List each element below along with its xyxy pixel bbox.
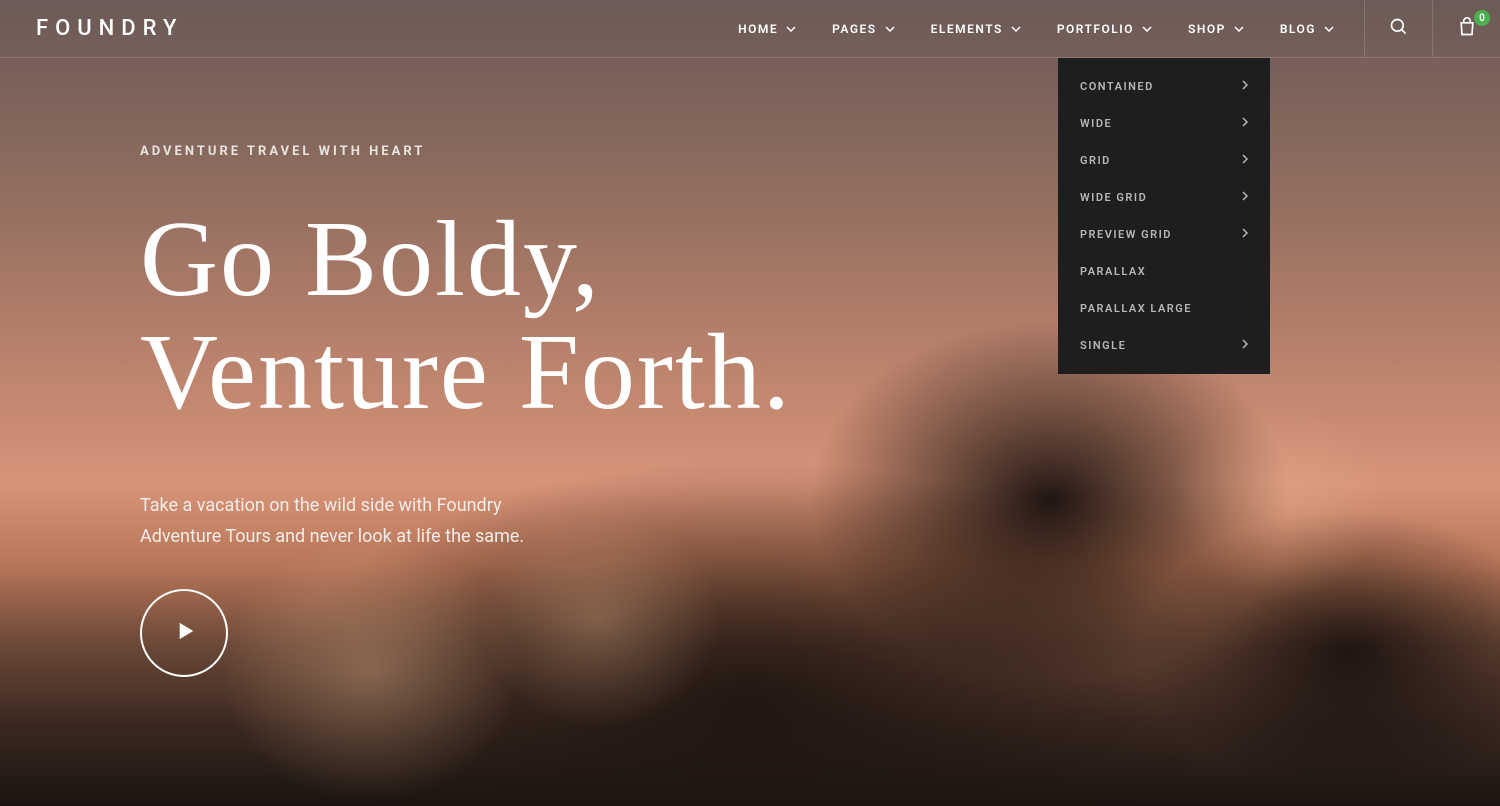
cart-badge: 0	[1474, 10, 1490, 26]
nav-item-label: PORTFOLIO	[1057, 22, 1134, 36]
chevron-right-icon	[1242, 154, 1248, 167]
hero-eyebrow: ADVENTURE TRAVEL WITH HEART	[140, 144, 1500, 159]
dropdown-item-label: GRID	[1080, 154, 1111, 167]
chevron-down-icon	[1324, 24, 1334, 34]
nav-item-blog[interactable]: BLOG	[1280, 22, 1334, 36]
dropdown-item-parallax[interactable]: PARALLAX	[1058, 253, 1270, 290]
hero-title: Go Boldy, Venture Forth.	[140, 203, 1500, 430]
chevron-right-icon	[1242, 191, 1248, 204]
nav-item-label: PAGES	[832, 22, 876, 36]
dropdown-item-grid[interactable]: GRID	[1058, 142, 1270, 179]
nav-item-label: SHOP	[1188, 22, 1226, 36]
portfolio-dropdown: CONTAINED WIDE GRID WIDE GRID PREVIEW GRID PA…	[1058, 58, 1270, 374]
chevron-right-icon	[1242, 339, 1248, 352]
dropdown-item-label: PREVIEW GRID	[1080, 228, 1172, 241]
dropdown-item-label: CONTAINED	[1080, 80, 1154, 93]
nav-item-label: HOME	[738, 22, 778, 36]
nav-item-label: BLOG	[1280, 22, 1316, 36]
dropdown-item-label: WIDE	[1080, 117, 1112, 130]
nav-right: HOME PAGES ELEMENTS PORTFOLIO SHOP BLOG 0	[738, 0, 1500, 57]
nav-item-elements[interactable]: ELEMENTS	[931, 22, 1021, 36]
dropdown-item-preview-grid[interactable]: PREVIEW GRID	[1058, 216, 1270, 253]
dropdown-item-single[interactable]: SINGLE	[1058, 327, 1270, 364]
cart-button[interactable]: 0	[1432, 0, 1500, 57]
nav-menu: HOME PAGES ELEMENTS PORTFOLIO SHOP BLOG	[738, 0, 1364, 57]
nav-item-pages[interactable]: PAGES	[832, 22, 894, 36]
play-video-button[interactable]	[140, 589, 228, 677]
chevron-right-icon	[1242, 228, 1248, 241]
hero-content: ADVENTURE TRAVEL WITH HEART Go Boldy, Ve…	[0, 58, 1500, 677]
play-icon	[173, 621, 195, 645]
chevron-down-icon	[1011, 24, 1021, 34]
dropdown-item-wide[interactable]: WIDE	[1058, 105, 1270, 142]
nav-item-home[interactable]: HOME	[738, 22, 796, 36]
dropdown-item-label: PARALLAX	[1080, 265, 1146, 278]
dropdown-item-parallax-large[interactable]: PARALLAX LARGE	[1058, 290, 1270, 327]
chevron-right-icon	[1242, 80, 1248, 93]
chevron-down-icon	[1234, 24, 1244, 34]
logo[interactable]: FOUNDRY	[36, 16, 183, 41]
dropdown-item-label: WIDE GRID	[1080, 191, 1147, 204]
search-icon	[1389, 17, 1409, 41]
dropdown-item-wide-grid[interactable]: WIDE GRID	[1058, 179, 1270, 216]
dropdown-item-label: PARALLAX LARGE	[1080, 302, 1192, 315]
search-button[interactable]	[1364, 0, 1432, 57]
nav-item-portfolio[interactable]: PORTFOLIO	[1057, 22, 1152, 36]
dropdown-item-contained[interactable]: CONTAINED	[1058, 68, 1270, 105]
chevron-down-icon	[885, 24, 895, 34]
nav-item-shop[interactable]: SHOP	[1188, 22, 1244, 36]
nav-item-label: ELEMENTS	[931, 22, 1003, 36]
chevron-right-icon	[1242, 117, 1248, 130]
chevron-down-icon	[1142, 24, 1152, 34]
chevron-down-icon	[786, 24, 796, 34]
dropdown-item-label: SINGLE	[1080, 339, 1126, 352]
main-header: FOUNDRY HOME PAGES ELEMENTS PORTFOLIO SHOP BL…	[0, 0, 1500, 58]
hero-subtitle: Take a vacation on the wild side with Fo…	[140, 490, 620, 553]
